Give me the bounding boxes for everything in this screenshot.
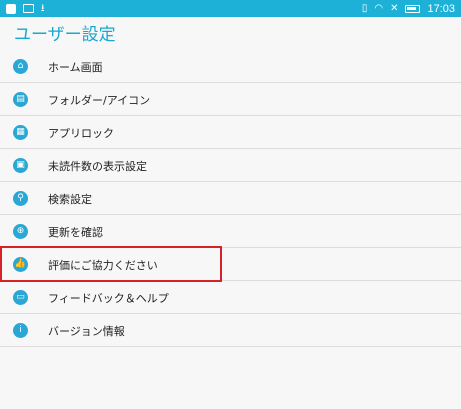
settings-item-unread-count[interactable]: ▣ 未読件数の表示設定: [0, 149, 461, 182]
status-bar-left: ⭳: [6, 2, 45, 14]
settings-item-folder-icon[interactable]: ▤ フォルダー/アイコン: [0, 83, 461, 116]
settings-item-label: バージョン情報: [48, 325, 125, 338]
unread-badge-icon: ▣: [13, 158, 28, 173]
settings-item-rate-app[interactable]: 👍 評価にご協力ください: [0, 248, 461, 281]
mute-icon: ✕: [390, 2, 399, 14]
settings-item-version-info[interactable]: i バージョン情報: [0, 314, 461, 347]
folder-icon: ▤: [13, 92, 28, 107]
page-title: ユーザー設定: [14, 25, 116, 45]
settings-item-label: 検索設定: [48, 193, 92, 206]
settings-item-label: 評価にご協力ください: [48, 259, 158, 272]
update-search-icon: ⊕: [13, 224, 28, 239]
settings-item-label: ホーム画面: [48, 61, 103, 74]
search-icon: ⚲: [13, 191, 28, 206]
download-icon: ⭳: [41, 2, 45, 14]
settings-item-check-update[interactable]: ⊕ 更新を確認: [0, 215, 461, 248]
info-icon: i: [13, 323, 28, 338]
status-time: 17:03: [427, 2, 455, 15]
settings-item-label: 未読件数の表示設定: [48, 160, 147, 173]
image-icon: [23, 4, 34, 13]
wifi-icon: ◠: [374, 2, 384, 14]
settings-item-label: フォルダー/アイコン: [48, 94, 151, 107]
settings-item-label: アプリロック: [48, 127, 114, 140]
settings-item-home-screen[interactable]: ⌂ ホーム画面: [0, 50, 461, 83]
settings-item-label: 更新を確認: [48, 226, 103, 239]
status-bar: ⭳ ▯ ◠ ✕ 17:03: [0, 0, 461, 17]
settings-item-search[interactable]: ⚲ 検索設定: [0, 182, 461, 215]
battery-icon: [405, 4, 421, 13]
app-icon: [6, 3, 16, 14]
home-icon: ⌂: [13, 59, 28, 74]
status-bar-right: ▯ ◠ ✕ 17:03: [362, 3, 455, 15]
feedback-icon: ▭: [13, 290, 28, 305]
settings-item-app-lock[interactable]: ▦ アプリロック: [0, 116, 461, 149]
settings-item-feedback-help[interactable]: ▭ フィードバック＆ヘルプ: [0, 281, 461, 314]
app-lock-icon: ▦: [13, 125, 28, 140]
settings-item-label: フィードバック＆ヘルプ: [48, 292, 169, 305]
thumbs-up-icon: 👍: [13, 257, 28, 272]
vibrate-icon: ▯: [361, 2, 368, 14]
settings-list: ⌂ ホーム画面 ▤ フォルダー/アイコン ▦ アプリロック ▣ 未読件数の表示設…: [0, 50, 461, 347]
